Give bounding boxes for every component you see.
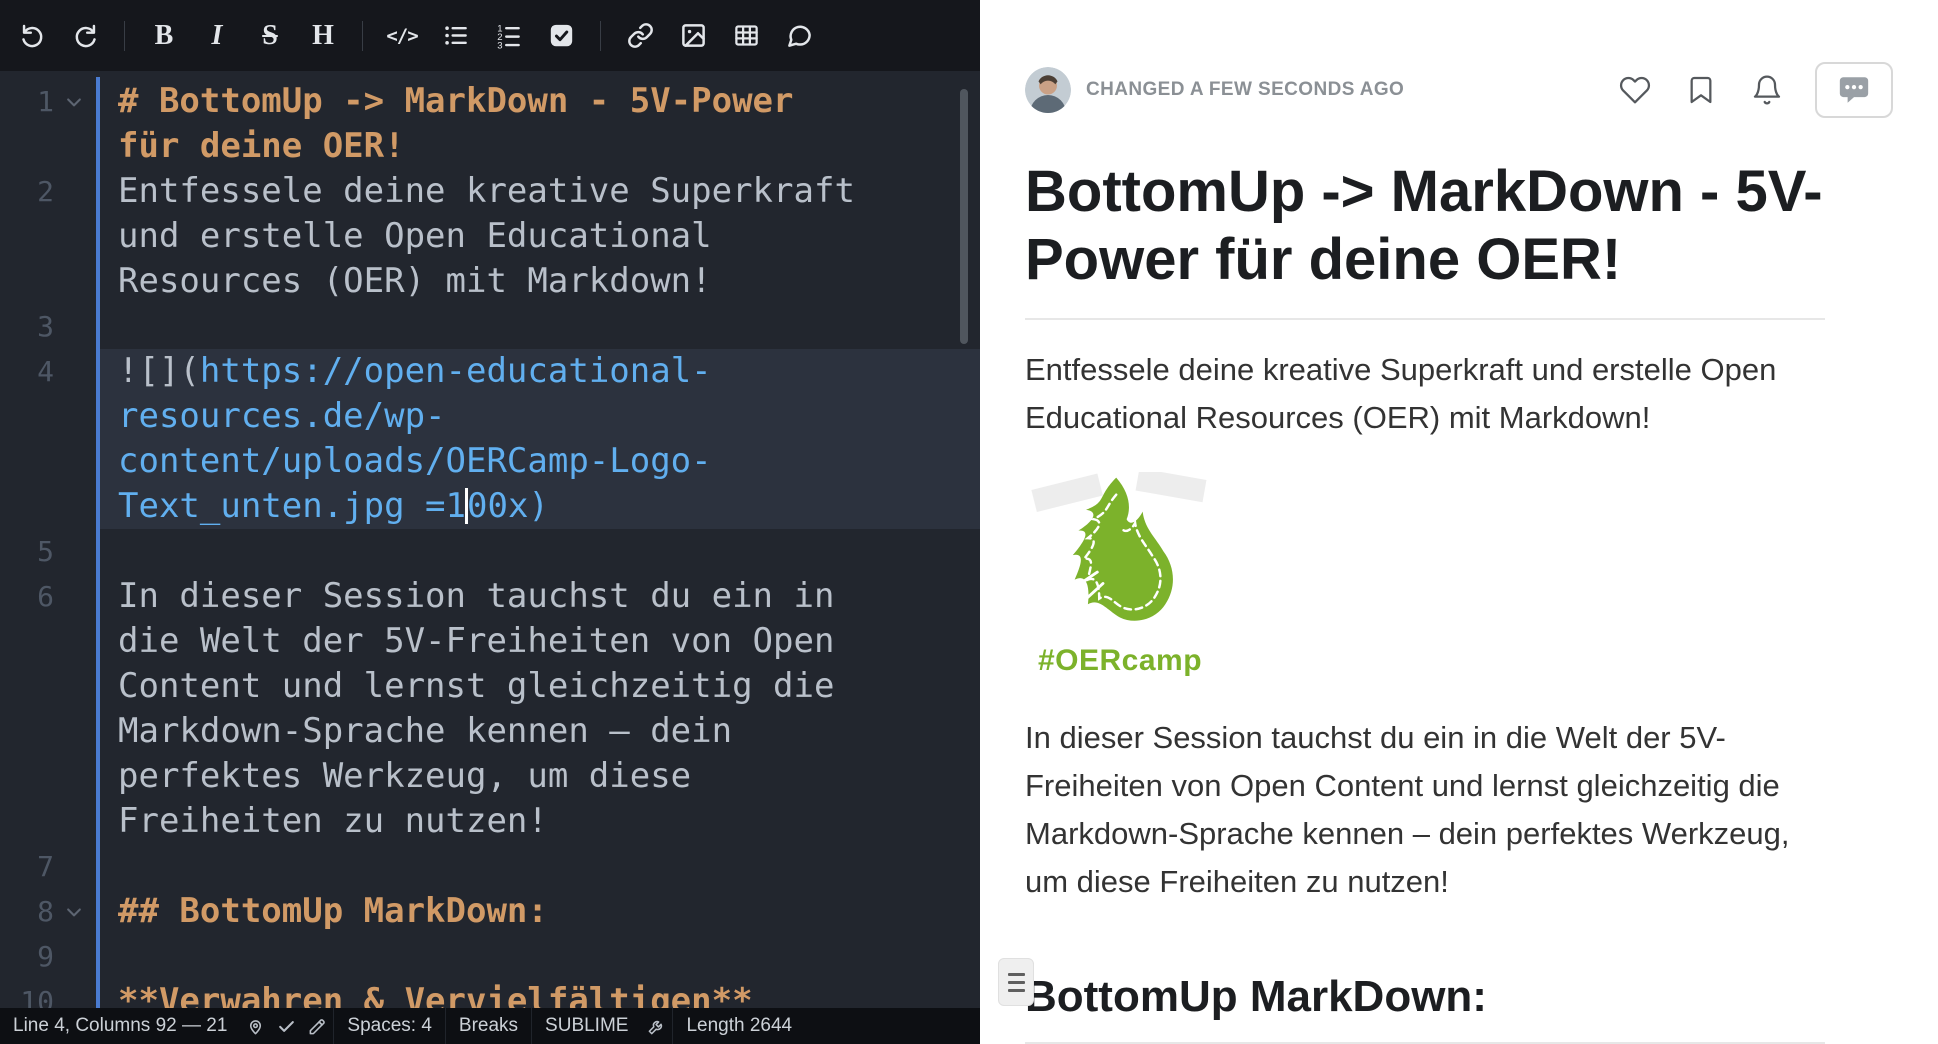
markdown-paragraph-source: Entfessele deine kreative Superkraft und…: [118, 169, 863, 304]
spaces-setting[interactable]: Spaces: 4: [333, 1008, 445, 1044]
image-icon: [680, 22, 707, 49]
markdown-editor-app: B I S H </> 123: [0, 0, 1938, 1044]
preview-pane: CHANGED A FEW SECONDS AGO BottomUp -> Ma…: [980, 0, 1938, 1044]
bold-button[interactable]: B: [142, 14, 186, 58]
ordered-list-button[interactable]: 123: [486, 14, 530, 58]
code-line: 10 **Verwahren & Vervielfältigen**: [0, 979, 980, 1008]
table-button[interactable]: [724, 14, 768, 58]
redo-icon: [72, 22, 99, 49]
logo-caption: #OERcamp: [1025, 644, 1215, 678]
open-comments-button[interactable]: [1815, 62, 1893, 118]
code-line: 2 Entfessele deine kreative Superkraft u…: [0, 169, 980, 304]
line-number: 4: [0, 349, 54, 394]
fold-chevron-icon[interactable]: [54, 79, 94, 124]
line-number: 3: [0, 304, 54, 349]
comment-bubble-icon: [1837, 73, 1871, 107]
bookmark-icon: [1685, 74, 1717, 106]
check-list-icon: [548, 22, 575, 49]
link-button[interactable]: [618, 14, 662, 58]
code-line-empty: 7: [0, 844, 980, 889]
line-number: 10: [0, 979, 54, 1008]
strikethrough-button[interactable]: S: [248, 14, 292, 58]
undo-button[interactable]: [10, 14, 54, 58]
image-url-text: 00x): [467, 486, 549, 526]
code-editor[interactable]: 1 # BottomUp -> MarkDown - 5V-Power für …: [0, 71, 980, 1008]
code-line: 8 ## BottomUp MarkDown:: [0, 889, 980, 934]
toolbar-separator: [362, 21, 363, 51]
editor-statusbar: Line 4, Columns 92 — 21 Spaces: 4 Breaks…: [0, 1008, 980, 1044]
ordered-list-icon: 123: [495, 22, 522, 49]
code-line-empty: 9: [0, 934, 980, 979]
editor-toolbar: B I S H </> 123: [0, 0, 980, 71]
cursor-position: Line 4, Columns 92 — 21: [0, 1008, 240, 1044]
bullet-list-button[interactable]: [433, 14, 477, 58]
code-line: 1 # BottomUp -> MarkDown - 5V-Power für …: [0, 79, 980, 169]
oercamp-logo-image: #OERcamp: [1025, 472, 1215, 678]
document-title: BottomUp -> MarkDown - 5V-Power für dein…: [1025, 158, 1825, 320]
code-button[interactable]: </>: [380, 14, 424, 58]
like-button[interactable]: [1613, 68, 1657, 112]
keymap-setting[interactable]: SUBLIME: [531, 1008, 641, 1044]
markdown-image-source: ![](https://open-educational-resources.d…: [118, 349, 863, 529]
note-info-bar: CHANGED A FEW SECONDS AGO: [1025, 62, 1893, 118]
split-drag-handle[interactable]: [998, 958, 1034, 1006]
image-syntax-prefix: ![](: [118, 351, 200, 391]
heading-button[interactable]: H: [301, 14, 345, 58]
comment-button-toolbar[interactable]: [777, 14, 821, 58]
code-line-active: 4 ![](https://open-educational-resources…: [0, 349, 980, 529]
code-line: 6 In dieser Session tauchst du ein in di…: [0, 574, 980, 844]
bookmark-button[interactable]: [1679, 68, 1723, 112]
last-changed-label: CHANGED A FEW SECONDS AGO: [1086, 79, 1404, 101]
editor-scrollbar[interactable]: [960, 89, 968, 344]
markdown-heading-source: ## BottomUp MarkDown:: [118, 889, 863, 934]
code-line-empty: 3: [0, 304, 980, 349]
markdown-paragraph-source: In dieser Session tauchst du ein in die …: [118, 574, 863, 844]
session-paragraph: In dieser Session tauchst du ein in die …: [1025, 714, 1825, 906]
table-icon: [733, 22, 760, 49]
check-list-button[interactable]: [539, 14, 583, 58]
line-number: 7: [0, 844, 54, 889]
line-number: 5: [0, 529, 54, 574]
image-button[interactable]: [671, 14, 715, 58]
link-icon: [627, 22, 654, 49]
undo-icon: [19, 22, 46, 49]
comment-icon: [786, 22, 813, 49]
rendered-document: BottomUp -> MarkDown - 5V-Power für dein…: [1025, 158, 1825, 1044]
line-number: 2: [0, 169, 54, 214]
line-number: 6: [0, 574, 54, 619]
fold-chevron-icon[interactable]: [54, 889, 94, 934]
authorship-indicator: [96, 77, 100, 1008]
heart-icon: [1619, 74, 1651, 106]
line-number: 1: [0, 79, 54, 124]
markdown-heading-source: # BottomUp -> MarkDown - 5V-Power für de…: [118, 79, 863, 169]
code-line-empty: 5: [0, 529, 980, 574]
notifications-button[interactable]: [1745, 68, 1789, 112]
avatar[interactable]: [1025, 67, 1071, 113]
status-pen-icon[interactable]: [302, 1008, 333, 1044]
bullet-list-icon: [442, 22, 469, 49]
document-subheading: BottomUp MarkDown:: [1025, 972, 1825, 1022]
svg-text:3: 3: [497, 40, 502, 49]
line-number: 9: [0, 934, 54, 979]
status-check-icon[interactable]: [271, 1008, 302, 1044]
image-url-text: https://open-educational-resources.de/wp…: [118, 351, 712, 526]
status-pin-icon[interactable]: [240, 1008, 271, 1044]
document-length: Length 2644: [672, 1008, 805, 1044]
editor-pane: B I S H </> 123: [0, 0, 980, 1044]
line-number: 8: [0, 889, 54, 934]
redo-button[interactable]: [63, 14, 107, 58]
toolbar-separator: [600, 21, 601, 51]
markdown-bold-source: **Verwahren & Vervielfältigen**: [118, 979, 863, 1008]
breaks-setting[interactable]: Breaks: [445, 1008, 531, 1044]
bell-icon: [1751, 74, 1783, 106]
intro-paragraph: Entfessele deine kreative Superkraft und…: [1025, 346, 1825, 442]
wrench-icon[interactable]: [641, 1008, 672, 1044]
toolbar-separator: [124, 21, 125, 51]
italic-button[interactable]: I: [195, 14, 239, 58]
